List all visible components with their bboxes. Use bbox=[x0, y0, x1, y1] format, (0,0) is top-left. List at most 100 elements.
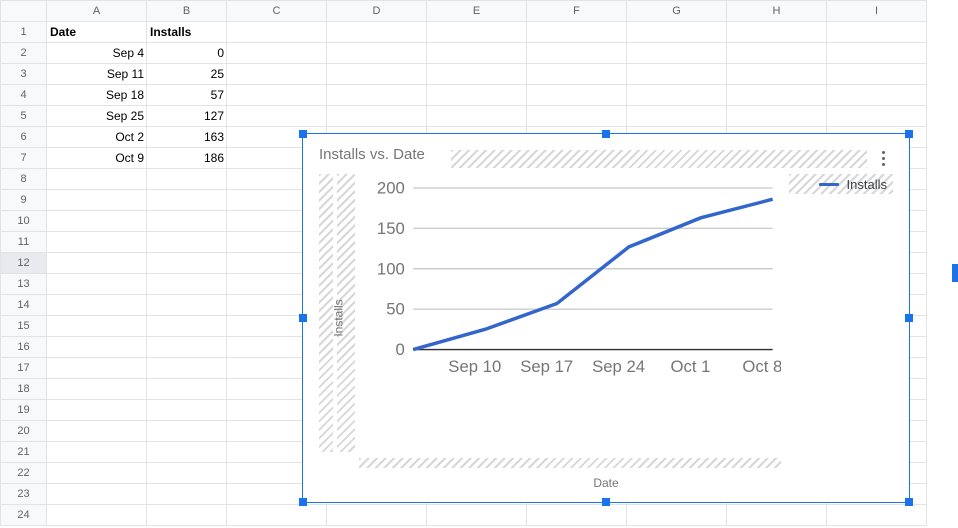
cell-C4[interactable] bbox=[227, 85, 327, 106]
row-header-3[interactable]: 3 bbox=[1, 64, 47, 85]
cell-H5[interactable] bbox=[727, 106, 827, 127]
cell-H1[interactable] bbox=[727, 22, 827, 43]
cell-A14[interactable] bbox=[47, 295, 147, 316]
cell-B22[interactable] bbox=[147, 463, 227, 484]
cell-E1[interactable] bbox=[427, 22, 527, 43]
col-header-H[interactable]: H bbox=[727, 1, 827, 22]
cell-B21[interactable] bbox=[147, 442, 227, 463]
cell-I5[interactable] bbox=[827, 106, 927, 127]
cell-B1[interactable]: Installs bbox=[147, 22, 227, 43]
col-header-B[interactable]: B bbox=[147, 1, 227, 22]
cell-C2[interactable] bbox=[227, 43, 327, 64]
row-header-1[interactable]: 1 bbox=[1, 22, 47, 43]
cell-I1[interactable] bbox=[827, 22, 927, 43]
cell-D5[interactable] bbox=[327, 106, 427, 127]
cell-A7[interactable]: Oct 9 bbox=[47, 148, 147, 169]
cell-F2[interactable] bbox=[527, 43, 627, 64]
row-header-23[interactable]: 23 bbox=[1, 484, 47, 505]
cell-A21[interactable] bbox=[47, 442, 147, 463]
cell-F3[interactable] bbox=[527, 64, 627, 85]
cell-D3[interactable] bbox=[327, 64, 427, 85]
row-header-2[interactable]: 2 bbox=[1, 43, 47, 64]
cell-B17[interactable] bbox=[147, 358, 227, 379]
cell-B2[interactable]: 0 bbox=[147, 43, 227, 64]
row-header-16[interactable]: 16 bbox=[1, 337, 47, 358]
cell-F5[interactable] bbox=[527, 106, 627, 127]
resize-handle-br[interactable] bbox=[905, 498, 913, 506]
cell-B7[interactable]: 186 bbox=[147, 148, 227, 169]
cell-B16[interactable] bbox=[147, 337, 227, 358]
cell-A24[interactable] bbox=[47, 505, 147, 526]
row-header-19[interactable]: 19 bbox=[1, 400, 47, 421]
cell-G1[interactable] bbox=[627, 22, 727, 43]
cell-F1[interactable] bbox=[527, 22, 627, 43]
cell-B24[interactable] bbox=[147, 505, 227, 526]
row-header-24[interactable]: 24 bbox=[1, 505, 47, 526]
select-all-corner[interactable] bbox=[1, 1, 47, 22]
cell-D4[interactable] bbox=[327, 85, 427, 106]
cell-B13[interactable] bbox=[147, 274, 227, 295]
col-header-C[interactable]: C bbox=[227, 1, 327, 22]
resize-handle-mr[interactable] bbox=[905, 314, 913, 322]
cell-C24[interactable] bbox=[227, 505, 327, 526]
cell-E3[interactable] bbox=[427, 64, 527, 85]
resize-handle-tm[interactable] bbox=[602, 130, 610, 138]
row-header-8[interactable]: 8 bbox=[1, 169, 47, 190]
cell-A9[interactable] bbox=[47, 190, 147, 211]
cell-A17[interactable] bbox=[47, 358, 147, 379]
col-header-E[interactable]: E bbox=[427, 1, 527, 22]
cell-F24[interactable] bbox=[527, 505, 627, 526]
explore-tab-icon[interactable] bbox=[952, 264, 958, 282]
cell-G3[interactable] bbox=[627, 64, 727, 85]
col-header-G[interactable]: G bbox=[627, 1, 727, 22]
cell-G2[interactable] bbox=[627, 43, 727, 64]
chart-xlabel[interactable]: Date bbox=[593, 476, 618, 490]
row-header-9[interactable]: 9 bbox=[1, 190, 47, 211]
cell-D24[interactable] bbox=[327, 505, 427, 526]
cell-A22[interactable] bbox=[47, 463, 147, 484]
cell-I4[interactable] bbox=[827, 85, 927, 106]
row-header-14[interactable]: 14 bbox=[1, 295, 47, 316]
cell-A5[interactable]: Sep 25 bbox=[47, 106, 147, 127]
cell-B11[interactable] bbox=[147, 232, 227, 253]
resize-handle-tr[interactable] bbox=[905, 130, 913, 138]
cell-A10[interactable] bbox=[47, 211, 147, 232]
cell-B4[interactable]: 57 bbox=[147, 85, 227, 106]
cell-I2[interactable] bbox=[827, 43, 927, 64]
cell-E2[interactable] bbox=[427, 43, 527, 64]
cell-C5[interactable] bbox=[227, 106, 327, 127]
cell-A3[interactable]: Sep 11 bbox=[47, 64, 147, 85]
cell-H2[interactable] bbox=[727, 43, 827, 64]
row-header-15[interactable]: 15 bbox=[1, 316, 47, 337]
resize-handle-bl[interactable] bbox=[299, 498, 307, 506]
row-header-21[interactable]: 21 bbox=[1, 442, 47, 463]
cell-B18[interactable] bbox=[147, 379, 227, 400]
cell-A2[interactable]: Sep 4 bbox=[47, 43, 147, 64]
row-header-22[interactable]: 22 bbox=[1, 463, 47, 484]
row-header-7[interactable]: 7 bbox=[1, 148, 47, 169]
cell-B5[interactable]: 127 bbox=[147, 106, 227, 127]
cell-A13[interactable] bbox=[47, 274, 147, 295]
cell-A1[interactable]: Date bbox=[47, 22, 147, 43]
cell-A15[interactable] bbox=[47, 316, 147, 337]
cell-E4[interactable] bbox=[427, 85, 527, 106]
cell-A6[interactable]: Oct 2 bbox=[47, 127, 147, 148]
row-header-18[interactable]: 18 bbox=[1, 379, 47, 400]
chart-legend[interactable]: Installs bbox=[819, 177, 887, 192]
cell-A20[interactable] bbox=[47, 421, 147, 442]
cell-B23[interactable] bbox=[147, 484, 227, 505]
cell-C1[interactable] bbox=[227, 22, 327, 43]
cell-G4[interactable] bbox=[627, 85, 727, 106]
cell-I24[interactable] bbox=[827, 505, 927, 526]
cell-H3[interactable] bbox=[727, 64, 827, 85]
row-header-5[interactable]: 5 bbox=[1, 106, 47, 127]
cell-B15[interactable] bbox=[147, 316, 227, 337]
cell-D1[interactable] bbox=[327, 22, 427, 43]
cell-B6[interactable]: 163 bbox=[147, 127, 227, 148]
cell-B3[interactable]: 25 bbox=[147, 64, 227, 85]
cell-A8[interactable] bbox=[47, 169, 147, 190]
resize-handle-ml[interactable] bbox=[299, 314, 307, 322]
col-header-D[interactable]: D bbox=[327, 1, 427, 22]
cell-C3[interactable] bbox=[227, 64, 327, 85]
cell-E5[interactable] bbox=[427, 106, 527, 127]
